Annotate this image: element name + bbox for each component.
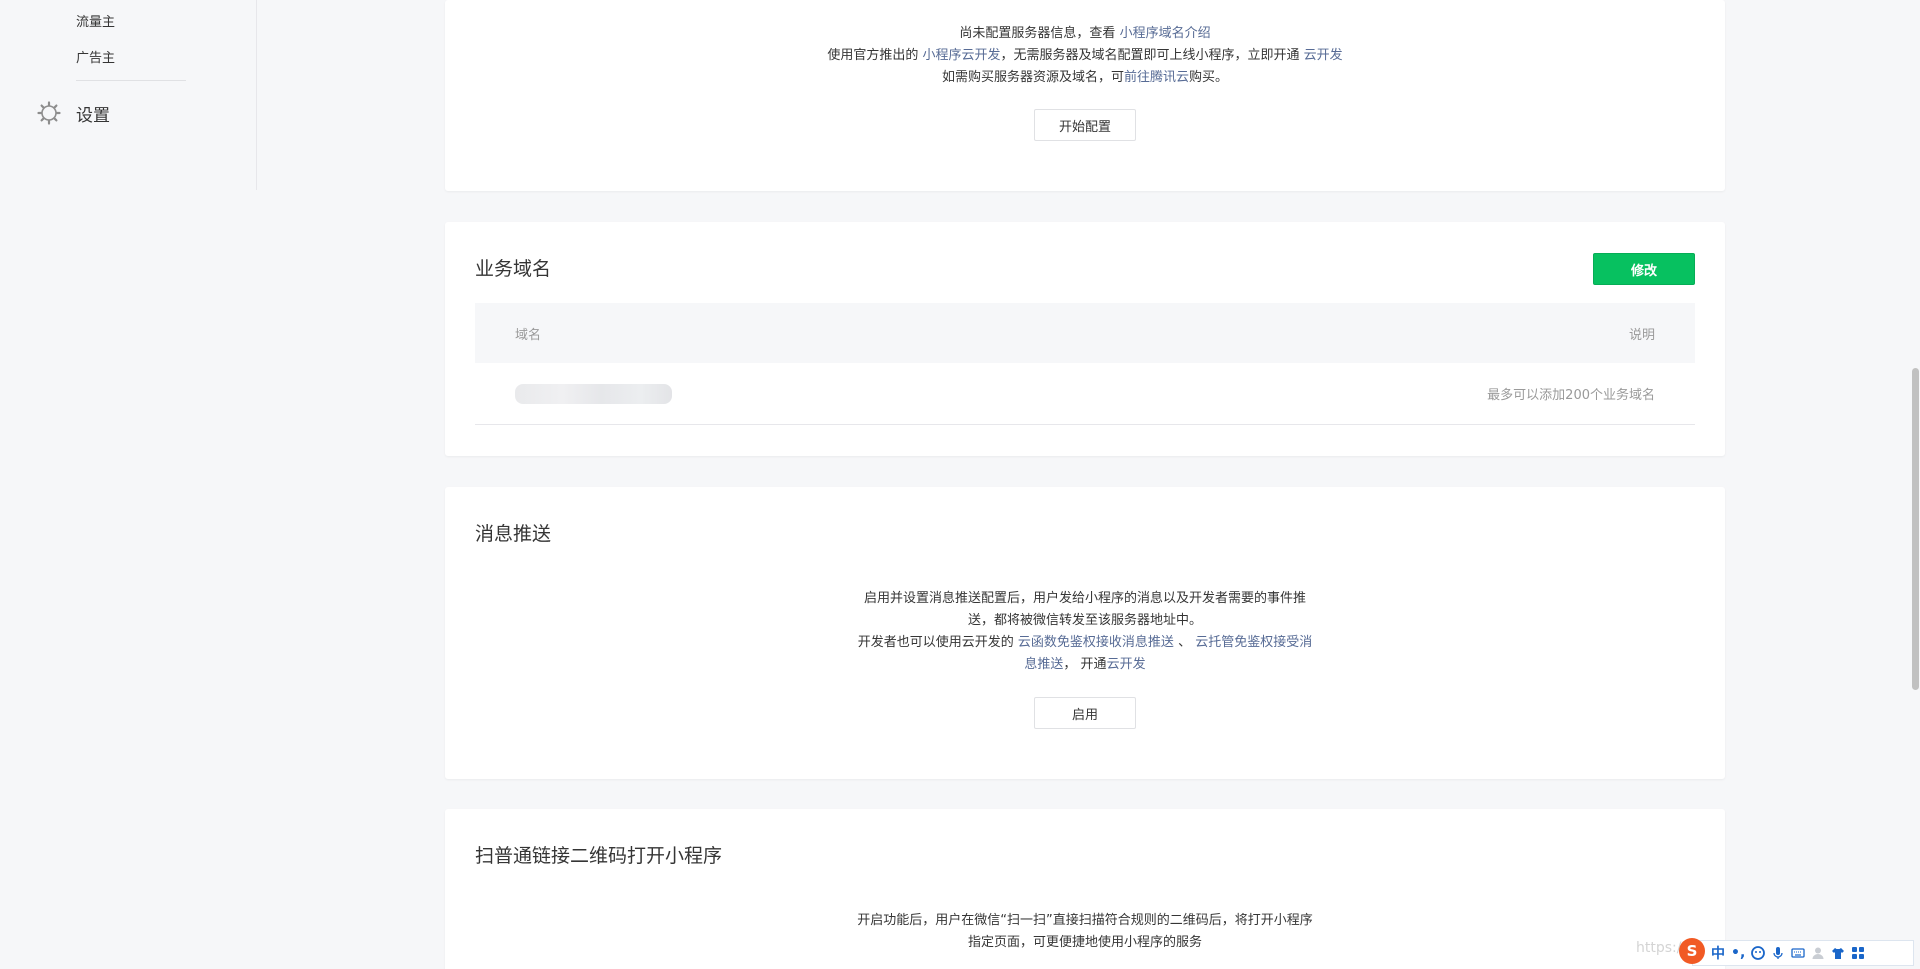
start-config-button[interactable]: 开始配置 (1034, 109, 1136, 141)
redacted-domain (515, 383, 672, 404)
server-info-line1: 尚未配置服务器信息，查看 小程序域名介绍 (959, 26, 1211, 41)
sidebar: 流量主 广告主 设置 (0, 0, 257, 190)
link-tencent-cloud[interactable]: 前往腾讯云 (1124, 70, 1189, 85)
sidebar-item-traffic-owner[interactable]: 流量主 (76, 11, 115, 30)
qr-desc-line1: 开启功能后，用户在微信“扫一扫”直接扫描符合规则的二维码后，将打开小程序 (857, 913, 1313, 928)
gear-icon (37, 101, 61, 125)
server-info-line3: 如需购买服务器资源及域名，可前往腾讯云购买。 (941, 70, 1229, 85)
sidebar-divider (76, 80, 186, 81)
link-cloud-dev[interactable]: 小程序云开发 (922, 48, 1000, 63)
link-domain-intro[interactable]: 小程序域名介绍 (1120, 26, 1211, 41)
push-desc-line1: 启用并设置消息推送配置后，用户发给小程序的消息以及开发者需要的事件推 (863, 591, 1306, 606)
scrollbar-thumb[interactable] (1912, 368, 1919, 690)
microphone-icon[interactable] (1771, 946, 1785, 960)
link-enable-cloud-dev[interactable]: 云开发 (1107, 657, 1146, 672)
table-header: 域名 说明 (475, 303, 1695, 363)
qr-code-card: 扫普通链接二维码打开小程序 开启功能后，用户在微信“扫一扫”直接扫描符合规则的二… (445, 809, 1725, 969)
shirt-icon[interactable] (1831, 946, 1845, 960)
grid-icon[interactable] (1851, 946, 1865, 960)
edit-domain-button[interactable]: 修改 (1593, 253, 1695, 285)
user-icon[interactable] (1811, 946, 1825, 960)
domain-table: 域名 说明 最多可以添加200个业务域名 (475, 303, 1695, 425)
server-info-line2: 使用官方推出的 小程序云开发，无需服务器及域名配置即可上线小程序，立即开通 云开… (827, 48, 1343, 63)
enable-push-button[interactable]: 启用 (1034, 697, 1136, 729)
sidebar-item-settings[interactable]: 设置 (36, 100, 110, 126)
message-push-card: 消息推送 启用并设置消息推送配置后，用户发给小程序的消息以及开发者需要的事件推 … (445, 487, 1725, 779)
server-config-card: 尚未配置服务器信息，查看 小程序域名介绍 使用官方推出的 小程序云开发，无需服务… (445, 0, 1725, 191)
link-cloud-function-push[interactable]: 云函数免鉴权接收消息推送 (1018, 635, 1174, 650)
domain-note: 最多可以添加200个业务域名 (1487, 388, 1655, 403)
link-cloud-hosting-push-cont[interactable]: 息推送 (1024, 657, 1063, 672)
ime-punct-toggle[interactable]: •, (1731, 945, 1745, 961)
sidebar-item-advertiser[interactable]: 广告主 (76, 47, 115, 66)
keyboard-icon[interactable] (1791, 946, 1805, 960)
sidebar-settings-label: 设置 (76, 105, 110, 126)
push-desc-line2: 送，都将被微信转发至该服务器地址中。 (967, 613, 1202, 628)
link-open-cloud-dev[interactable]: 云开发 (1304, 48, 1343, 63)
link-cloud-hosting-push[interactable]: 云托管免鉴权接受消 (1195, 635, 1312, 650)
column-header-note: 说明 (1628, 327, 1655, 343)
column-header-domain: 域名 (515, 327, 542, 343)
business-domain-title: 业务域名 (475, 258, 552, 280)
ime-mode-toggle[interactable]: 中 (1711, 943, 1725, 963)
table-row: 最多可以添加200个业务域名 (475, 363, 1695, 425)
emoji-icon[interactable] (1751, 946, 1766, 960)
ime-toolbar: S 中 •, (1679, 938, 1914, 966)
business-domain-card: 业务域名 修改 域名 说明 最多可以添加200个业务域名 (445, 222, 1725, 456)
push-desc-line4: 息推送， 开通云开发 (1024, 657, 1146, 672)
sogou-logo-icon[interactable]: S (1679, 938, 1705, 964)
page-scrollbar[interactable] (1911, 0, 1920, 969)
qr-code-title: 扫普通链接二维码打开小程序 (475, 845, 723, 867)
message-push-title: 消息推送 (475, 523, 552, 545)
push-desc-line3: 开发者也可以使用云开发的 云函数免鉴权接收消息推送 、 云托管免鉴权接受消 (857, 635, 1313, 650)
qr-desc-line2: 指定页面，可更便捷地使用小程序的服务 (967, 935, 1202, 950)
